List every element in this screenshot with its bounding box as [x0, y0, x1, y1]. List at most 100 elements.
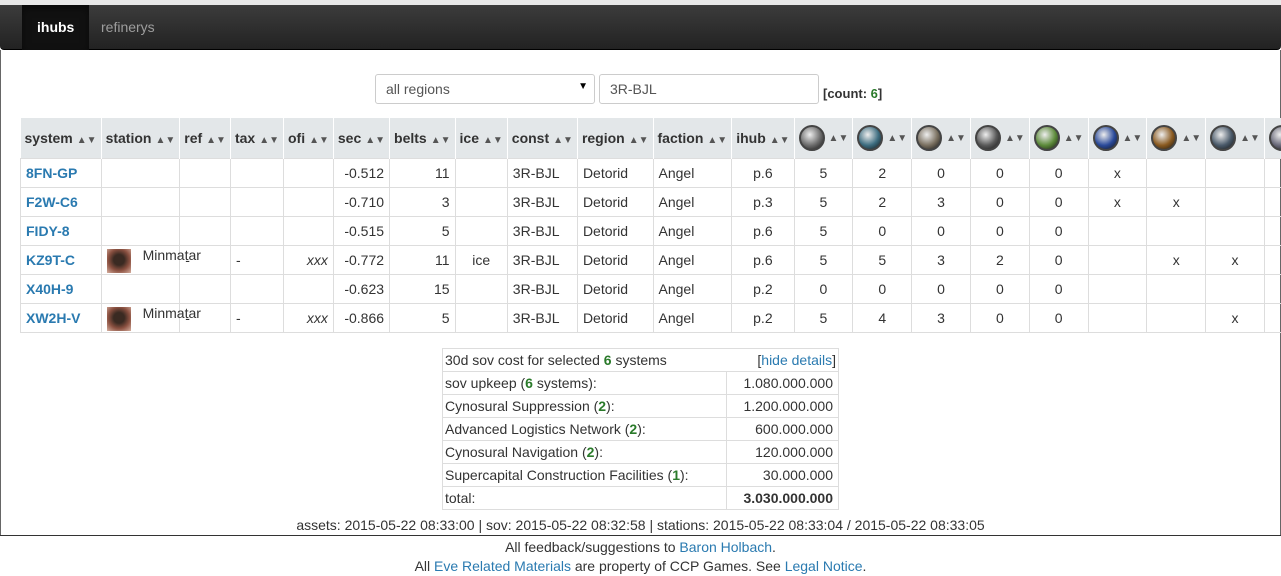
legal-notice-link[interactable]: Legal Notice — [785, 558, 863, 574]
cell-upgrade-7 — [1146, 215, 1207, 246]
cell-sec: -0.515 — [332, 215, 391, 246]
table-row: 8FN-GP -0.512 11 3R-BJL Detorid Angel p.6 5 2 0 0 0… — [20, 157, 1281, 188]
cell-system[interactable]: XW2H-V — [20, 302, 102, 333]
cell-tax — [229, 157, 284, 188]
cell-upgrade-5: 0 — [1028, 244, 1089, 275]
cell-system[interactable]: KZ9T-C — [20, 244, 102, 275]
table-row: X40H-9 -0.623 15 3R-BJL Detorid Angel p.2 0 0 0 0 0 — [20, 273, 1281, 304]
cost-line-row: Cynosural Navigation (2): 120.000.000 — [441, 440, 839, 464]
sort-icon: ▲▼ — [1063, 133, 1084, 145]
cell-system[interactable]: 8FN-GP — [20, 157, 102, 188]
cell-upgrade-3: 0 — [911, 215, 971, 246]
cell-upgrade-1: 5 — [793, 157, 854, 188]
col-header-upgrade-6[interactable]: ▲▼ — [1088, 118, 1148, 158]
cost-line-value: 600.000.000 — [726, 417, 839, 441]
feedback-link[interactable]: Baron Holbach — [679, 539, 772, 555]
cell-ofi: xxx — [282, 244, 334, 275]
cell-ihub: p.2 — [731, 302, 795, 333]
cell-upgrade-2: 2 — [852, 186, 913, 217]
cell-upgrade-9 — [1263, 273, 1281, 304]
cell-tax: - — [229, 302, 284, 333]
table-row: F2W-C6 -0.710 3 3R-BJL Detorid Angel p.3 5 2 3 0 0 x… — [20, 186, 1281, 217]
cell-region: Detorid — [576, 244, 654, 275]
cell-system[interactable]: X40H-9 — [20, 273, 102, 304]
col-header-upgrade-1[interactable]: ▲▼ — [794, 118, 854, 158]
result-count: [count: 6] — [823, 86, 883, 101]
cost-line-value: 120.000.000 — [726, 440, 839, 464]
station-avatar — [106, 306, 131, 331]
cell-sec: -0.512 — [332, 157, 391, 188]
page-border-left — [0, 50, 1, 536]
col-header-tax[interactable]: tax ▲▼ — [230, 118, 284, 158]
cell-belts: 11 — [389, 157, 456, 188]
cell-upgrade-9 — [1263, 244, 1281, 275]
cell-region: Detorid — [576, 302, 654, 333]
constellation-search-input[interactable]: 3R-BJL — [599, 74, 819, 104]
cell-ref — [179, 157, 231, 188]
col-header-upgrade-9[interactable]: ▲▼ — [1264, 118, 1281, 158]
region-select[interactable]: all regions ▼ — [375, 74, 595, 104]
col-header-const[interactable]: const ▲▼ — [507, 118, 578, 158]
cost-total-label: total: — [441, 486, 728, 510]
cell-upgrade-7: x — [1146, 186, 1207, 217]
col-header-ice[interactable]: ice ▲▼ — [455, 118, 508, 158]
cell-upgrade-1: 5 — [793, 215, 854, 246]
col-header-upgrade-7[interactable]: ▲▼ — [1146, 118, 1207, 158]
cell-ice — [454, 186, 508, 217]
col-header-upgrade-4[interactable]: ▲▼ — [970, 118, 1030, 158]
cell-faction: Angel — [652, 186, 733, 217]
cell-upgrade-7 — [1146, 302, 1207, 333]
cell-ofi — [282, 186, 334, 217]
col-header-upgrade-2[interactable]: ▲▼ — [852, 118, 913, 158]
col-header-system[interactable]: system ▲▼ — [20, 118, 102, 158]
col-header-upgrade-8[interactable]: ▲▼ — [1205, 118, 1265, 158]
cell-upgrade-2: 4 — [852, 302, 913, 333]
cell-ofi — [282, 273, 334, 304]
cost-line-label: Advanced Logistics Network (2): — [441, 417, 728, 441]
col-header-upgrade-5[interactable]: ▲▼ — [1029, 118, 1089, 158]
cell-region: Detorid — [576, 157, 654, 188]
cell-upgrade-1: 5 — [793, 244, 854, 275]
col-header-station[interactable]: station ▲▼ — [101, 118, 181, 158]
col-header-ofi[interactable]: ofi ▲▼ — [283, 118, 334, 158]
col-header-ref[interactable]: ref ▲▼ — [179, 118, 231, 158]
data-timestamps: assets: 2015-05-22 08:33:00 | sov: 2015-… — [296, 517, 985, 533]
cell-ofi — [282, 215, 334, 246]
cell-ref — [179, 215, 231, 246]
hide-details-link[interactable]: hide details — [761, 352, 832, 368]
col-header-faction[interactable]: faction ▲▼ — [653, 118, 733, 158]
cost-line-row: Supercapital Construction Facilities (1)… — [441, 463, 839, 487]
cost-line-row: Cynosural Suppression (2): 1.200.000.000 — [441, 394, 839, 418]
cell-upgrade-2: 5 — [852, 244, 913, 275]
cell-belts: 5 — [389, 215, 456, 246]
cell-upgrade-4: 0 — [969, 215, 1030, 246]
col-header-sec[interactable]: sec ▲▼ — [333, 118, 391, 158]
footer-divider — [0, 535, 1281, 536]
cell-const: 3R-BJL — [506, 273, 578, 304]
cell-upgrade-6: x — [1087, 186, 1148, 217]
cell-const: 3R-BJL — [506, 215, 578, 246]
cell-station — [100, 215, 181, 246]
eve-materials-link[interactable]: Eve Related Materials — [434, 558, 571, 574]
table-row: KZ9T-C Minmatar - - xxx -0.772 11 ice 3R-BJL Deto… — [20, 244, 1281, 275]
col-header-ihub[interactable]: ihub ▲▼ — [731, 118, 795, 158]
sort-icon: ▲▼ — [155, 134, 176, 146]
cell-upgrade-3: 0 — [911, 273, 971, 304]
cell-system[interactable]: FIDY-8 — [20, 215, 102, 246]
sort-icon: ▲▼ — [1004, 133, 1025, 145]
col-header-belts[interactable]: belts ▲▼ — [389, 118, 456, 158]
sort-icon: ▲▼ — [628, 134, 649, 146]
cell-station — [100, 186, 181, 217]
sort-icon: ▲▼ — [206, 134, 226, 146]
col-header-region[interactable]: region ▲▼ — [577, 118, 654, 158]
cell-upgrade-7 — [1146, 273, 1207, 304]
cell-region: Detorid — [576, 215, 654, 246]
upgrade-icon-3 — [916, 124, 943, 151]
cost-line-label: Supercapital Construction Facilities (1)… — [441, 463, 728, 487]
sort-icon: ▲▼ — [483, 134, 503, 146]
col-header-upgrade-3[interactable]: ▲▼ — [911, 118, 971, 158]
tab-refinerys[interactable]: refinerys — [86, 5, 170, 50]
tab-ihubs[interactable]: ihubs — [22, 5, 90, 50]
cell-upgrade-4: 0 — [969, 302, 1030, 333]
cell-system[interactable]: F2W-C6 — [20, 186, 102, 217]
